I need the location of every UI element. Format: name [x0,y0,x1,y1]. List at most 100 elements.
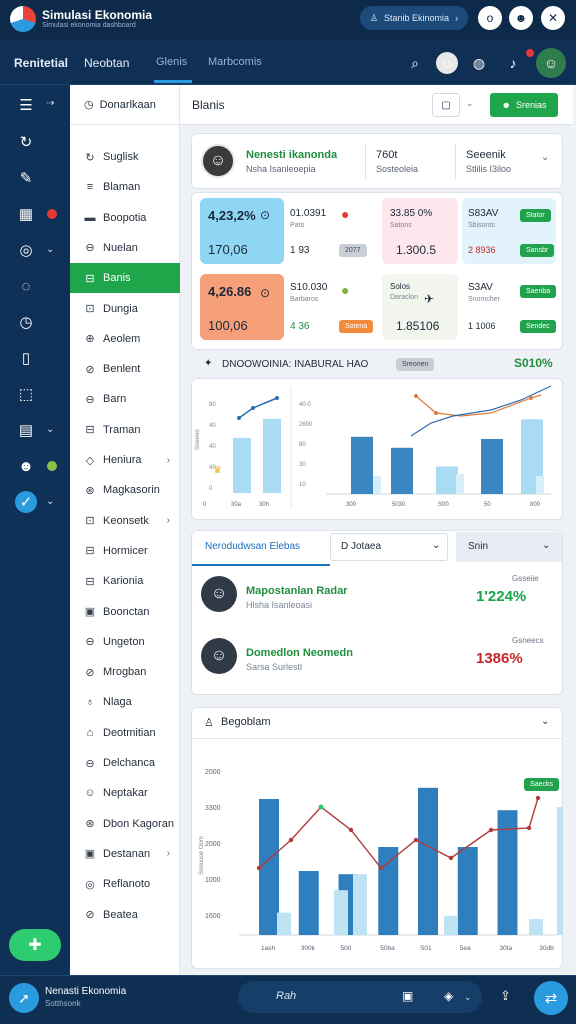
kpi-card-primary[interactable]: 4,26.86 100,06 ⊙ [200,274,284,340]
chevron-down-icon[interactable]: ⌄ [432,540,440,551]
kpi-card[interactable]: Solos Daraclon 1.85106 ✈ [382,274,458,340]
kpi-card[interactable]: S10.030 Barbaros 4 36 ● Sotena [287,274,377,340]
point [288,837,294,843]
check-icon[interactable]: ✓ [15,491,37,513]
search-icon[interactable]: ⌕ [404,52,426,74]
kpi-card[interactable]: S83AV Sbisonts 2 8936 Stator Sansbr [462,198,556,264]
account-icon[interactable]: ☻ [509,6,533,30]
globe-icon[interactable]: ◍ [468,52,490,74]
chevron-down-icon[interactable]: ⌄ [46,496,54,507]
sidebar-item[interactable]: ▬ Boopotia [70,203,180,233]
image-icon[interactable]: ▣ [402,989,413,1003]
sidebar-item[interactable]: ⊟ Traman [70,415,180,445]
sidebar-item-label: Benlent [103,363,141,376]
chart-tag[interactable]: Sreonen [396,358,435,371]
kpi-card[interactable]: S3AV Snomcher 1 1006 Saenba Sendec [462,274,557,340]
sidebar-item[interactable]: ⊖ Delchanca [70,748,180,778]
x-tick: 300k [301,945,316,952]
tab-marbcomis[interactable]: Marbcomis [208,56,262,68]
chevron-down-icon[interactable]: ⌄ [464,992,472,1003]
sidebar-item[interactable]: ▣ Destanan › [70,839,180,869]
table-icon[interactable]: ▤ [14,419,38,441]
sidebar-item-label: Delchanca [103,757,155,769]
app-title: Simulasi Ekonomia [42,8,153,22]
add-button[interactable]: ✚ [9,929,61,961]
profile-avatar[interactable]: ☺ [536,48,566,78]
x-tick: S00 [438,502,449,508]
sidebar-item[interactable]: ⊡ Dungia [70,294,180,324]
kpi-card-primary[interactable]: 4,23,2% 170,06 ⊙ [200,198,284,264]
avatar: ☺ [201,638,237,674]
user-icon[interactable]: ☻ [14,455,38,477]
pin-icon[interactable]: ⇢ [46,98,54,109]
upload-icon[interactable]: ⇪ [500,988,511,1004]
sidebar-item[interactable]: ⊕ Aeolem [70,324,180,354]
sidebar-item[interactable]: ⊖ Ungeton [70,627,180,657]
ranking-tab-active[interactable]: Nerodudwsan Elebas [205,541,300,552]
sidebar-item[interactable]: ☺ Neptakar [70,778,180,808]
sidebar-item[interactable]: ⊛ Dbon Kagoran [70,809,180,839]
sidebar-item[interactable]: ⊘ Beatea [70,900,180,930]
help-icon[interactable]: o [478,6,502,30]
sync-button[interactable]: ⇄ [534,981,568,1015]
sidebar-item[interactable]: ⊘ Benlent [70,354,180,384]
sidebar-header[interactable]: ◷ Donarlkaan [70,85,180,125]
chevron-down-icon[interactable]: ⌄ [46,244,54,255]
sidebar-item[interactable]: ▣ Boonctan [70,597,180,627]
y-axis-label: Sonuuoe Oom [199,836,205,875]
sidebar-item[interactable]: ⊘ Mrogban [70,657,180,687]
sidebar-item-label: Nuelan [103,241,138,254]
x-tick: 30a [231,502,242,508]
close-icon[interactable]: ✕ [541,6,565,30]
menu-icon[interactable]: ☰ [14,94,38,116]
chart-title: DNOOWOINIA: INABURAL HAO [222,359,369,370]
sidebar-item[interactable]: ⊟ Hormicer [70,536,180,566]
sidebar-item[interactable]: ⌂ Deotmitian [70,718,180,748]
status-pill-label: Stanib Ekinomia [384,13,450,23]
clock-icon[interactable]: ◷ [14,311,38,333]
calendar-icon[interactable]: ▢ [432,93,460,117]
notifications-icon[interactable]: ♪ [502,52,524,74]
sidebar-item-label: Banis [103,272,131,285]
sidebar-item[interactable]: ⊟ Banis [70,263,180,294]
tag-icon[interactable]: ⬚ [14,383,38,405]
sidebar-item[interactable]: ◇ Heniura › [70,445,180,475]
sidebar-item[interactable]: ≡ Blaman [70,172,180,202]
sidebar-item[interactable]: ⊟ Karionia [70,566,180,596]
kpi-card[interactable]: 33.85 0% Satons 1.300.5 [382,198,458,264]
kpi-title: 33.85 0% [390,208,433,219]
tab-glenis[interactable]: Glenis [156,56,187,68]
chevron-down-icon[interactable]: ⌄ [541,152,549,163]
sidebar-item[interactable]: ⊖ Barn [70,384,180,414]
point [434,411,438,415]
status-pill[interactable]: ♙ Stanib Ekinomia › [360,6,468,30]
refresh-icon[interactable]: ↻ [14,131,38,153]
sidebar-item[interactable]: ⊖ Nuelan [70,233,180,263]
ranking-sub: Hlsha Isanleoasi [246,600,313,610]
chat-icon[interactable]: ◌ [14,275,38,297]
bar [444,915,458,935]
sidebar-item[interactable]: ↻ Suglisk [70,142,180,172]
sidebar-item[interactable]: ⊛ Magkasorin [70,475,180,505]
chevron-down-icon[interactable]: ⌄ [46,424,54,435]
sidebar-item[interactable]: ◎ Reflanoto [70,869,180,899]
bar [277,912,291,935]
action-button[interactable]: ☻ Srenias [490,93,558,117]
kpi-card[interactable]: 01.0391 Pato 1 93 ● 2077 [287,198,377,264]
avatar[interactable]: ☺ [436,52,458,74]
location-icon[interactable]: ◈ [444,989,453,1003]
chevron-down-icon[interactable]: ⌄ [466,98,474,109]
tab-neobtan[interactable]: Neobtan [84,56,129,70]
sidebar-item-label: Boonctan [103,605,150,618]
edit-icon[interactable]: ✎ [14,167,38,189]
chart-value: S010% [514,356,553,370]
chevron-down-icon[interactable]: ⌄ [541,716,549,727]
sidebar-item[interactable]: ♁ Nlaga [70,687,180,717]
sidebar-item[interactable]: ⊡ Keonsetk › [70,506,180,536]
chevron-down-icon[interactable]: ⌄ [542,540,550,551]
app-icon[interactable]: ➚ [9,983,39,1013]
sidebar-item-icon: ⊘ [85,363,95,376]
target-icon[interactable]: ◎ [14,239,38,261]
grid-icon[interactable]: ▦ [14,203,38,225]
document-icon[interactable]: ▯ [14,347,38,369]
